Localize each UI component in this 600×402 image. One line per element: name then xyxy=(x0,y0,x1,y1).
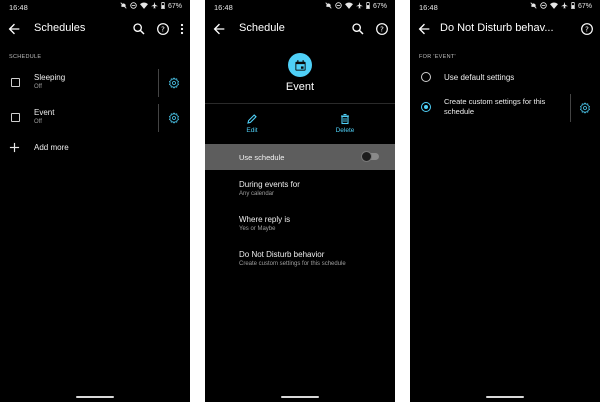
airplane-icon xyxy=(150,2,158,11)
schedule-item-status: Off xyxy=(34,84,42,90)
gesture-nav-bar[interactable] xyxy=(486,396,524,398)
setting-subtitle: Yes or Maybe xyxy=(239,226,276,232)
edit-button[interactable]: Edit xyxy=(222,112,282,134)
battery-percentage: 67% xyxy=(167,3,182,10)
svg-text:?: ? xyxy=(380,25,384,34)
phone-screen-schedules: 16:48 67% Schedules ? SCHEDULE Sleeping … xyxy=(0,0,190,402)
delete-button[interactable]: Delete xyxy=(315,112,375,134)
status-time: 16:48 xyxy=(9,3,28,12)
checkbox-event[interactable] xyxy=(11,113,20,122)
schedule-item-label: Sleeping xyxy=(34,73,66,82)
gesture-nav-bar[interactable] xyxy=(76,396,114,398)
page-title: Schedule xyxy=(239,22,285,34)
app-bar: Do Not Disturb behav... ? xyxy=(410,14,600,44)
gear-icon[interactable] xyxy=(168,111,180,124)
status-time: 16:48 xyxy=(419,3,438,12)
app-bar: Schedules ? xyxy=(0,14,190,44)
section-label: SCHEDULE xyxy=(9,54,42,60)
status-bar: 16:48 67% xyxy=(205,0,395,14)
mute-icon xyxy=(325,2,332,11)
svg-text:?: ? xyxy=(161,25,165,34)
status-bar: 16:48 67% xyxy=(0,0,190,14)
setting-dnd-behavior[interactable]: Do Not Disturb behavior Create custom se… xyxy=(205,246,395,274)
trash-icon xyxy=(339,112,351,125)
delete-label: Delete xyxy=(335,127,355,134)
setting-during-events[interactable]: During events for Any calendar xyxy=(205,176,395,204)
svg-text:?: ? xyxy=(585,25,589,34)
mute-icon xyxy=(120,2,127,11)
page-title: Schedules xyxy=(34,22,86,34)
setting-where-reply[interactable]: Where reply is Yes or Maybe xyxy=(205,211,395,239)
setting-subtitle: Create custom settings for this schedule xyxy=(239,261,346,267)
more-options-icon[interactable] xyxy=(179,21,185,37)
edit-label: Edit xyxy=(246,127,258,134)
back-arrow-icon[interactable] xyxy=(211,21,227,37)
radio-default-settings[interactable] xyxy=(421,72,431,82)
setting-title: Where reply is xyxy=(239,215,291,224)
airplane-icon xyxy=(560,2,568,11)
schedule-name: Event xyxy=(285,81,315,93)
wifi-icon xyxy=(139,2,148,11)
section-label: FOR 'EVENT' xyxy=(419,54,456,60)
checkbox-sleeping[interactable] xyxy=(11,78,20,87)
mute-icon xyxy=(530,2,537,11)
use-schedule-toggle[interactable] xyxy=(361,151,379,162)
use-schedule-label: Use schedule xyxy=(239,153,285,162)
airplane-icon xyxy=(355,2,363,11)
setting-subtitle: Any calendar xyxy=(239,191,275,197)
battery-icon xyxy=(366,2,370,11)
battery-percentage: 67% xyxy=(372,3,387,10)
toggle-knob xyxy=(361,151,372,162)
status-time: 16:48 xyxy=(214,3,233,12)
option-default-settings[interactable]: Use default settings xyxy=(410,68,600,88)
search-icon[interactable] xyxy=(131,21,147,37)
back-arrow-icon[interactable] xyxy=(416,21,432,37)
help-icon[interactable]: ? xyxy=(374,21,390,37)
option-label: Create custom settings for this schedule xyxy=(444,97,546,116)
help-icon[interactable]: ? xyxy=(155,21,171,37)
status-bar: 16:48 67% xyxy=(410,0,600,14)
pencil-icon xyxy=(246,112,258,124)
calendar-event-icon xyxy=(288,53,312,77)
divider xyxy=(158,69,159,97)
phone-screen-schedule-event: 16:48 67% Schedule ? Event Edit Delete U… xyxy=(205,0,395,402)
schedule-item-status: Off xyxy=(34,119,42,125)
back-arrow-icon[interactable] xyxy=(6,21,22,37)
schedule-item-label: Event xyxy=(34,108,55,117)
divider xyxy=(570,94,571,122)
dnd-icon xyxy=(130,2,137,11)
gear-icon[interactable] xyxy=(168,76,180,89)
schedule-item-sleeping[interactable]: Sleeping Off xyxy=(0,68,190,98)
divider xyxy=(158,104,159,132)
battery-percentage: 67% xyxy=(577,3,592,10)
phone-screen-dnd-behavior: 16:48 67% Do Not Disturb behav... ? FOR … xyxy=(410,0,600,402)
radio-custom-settings[interactable] xyxy=(421,102,431,112)
battery-icon xyxy=(571,2,575,11)
app-bar: Schedule ? xyxy=(205,14,395,44)
option-label: Use default settings xyxy=(444,73,515,82)
divider xyxy=(205,103,395,104)
setting-title: Do Not Disturb behavior xyxy=(239,250,325,259)
schedule-item-event[interactable]: Event Off xyxy=(0,103,190,133)
wifi-icon xyxy=(549,2,558,11)
add-more-label: Add more xyxy=(34,143,69,152)
dnd-icon xyxy=(540,2,547,11)
use-schedule-switch-row[interactable]: Use schedule xyxy=(205,144,395,170)
setting-title: During events for xyxy=(239,180,300,189)
plus-icon xyxy=(9,142,20,153)
option-custom-settings[interactable]: Create custom settings for this schedule xyxy=(410,94,600,122)
add-more-button[interactable]: Add more xyxy=(0,138,190,158)
help-icon[interactable]: ? xyxy=(579,21,595,37)
battery-icon xyxy=(161,2,165,11)
search-icon[interactable] xyxy=(350,21,366,37)
gesture-nav-bar[interactable] xyxy=(281,396,319,398)
wifi-icon xyxy=(344,2,353,11)
gear-icon[interactable] xyxy=(579,101,591,114)
dnd-icon xyxy=(335,2,342,11)
page-title: Do Not Disturb behav... xyxy=(440,22,554,34)
